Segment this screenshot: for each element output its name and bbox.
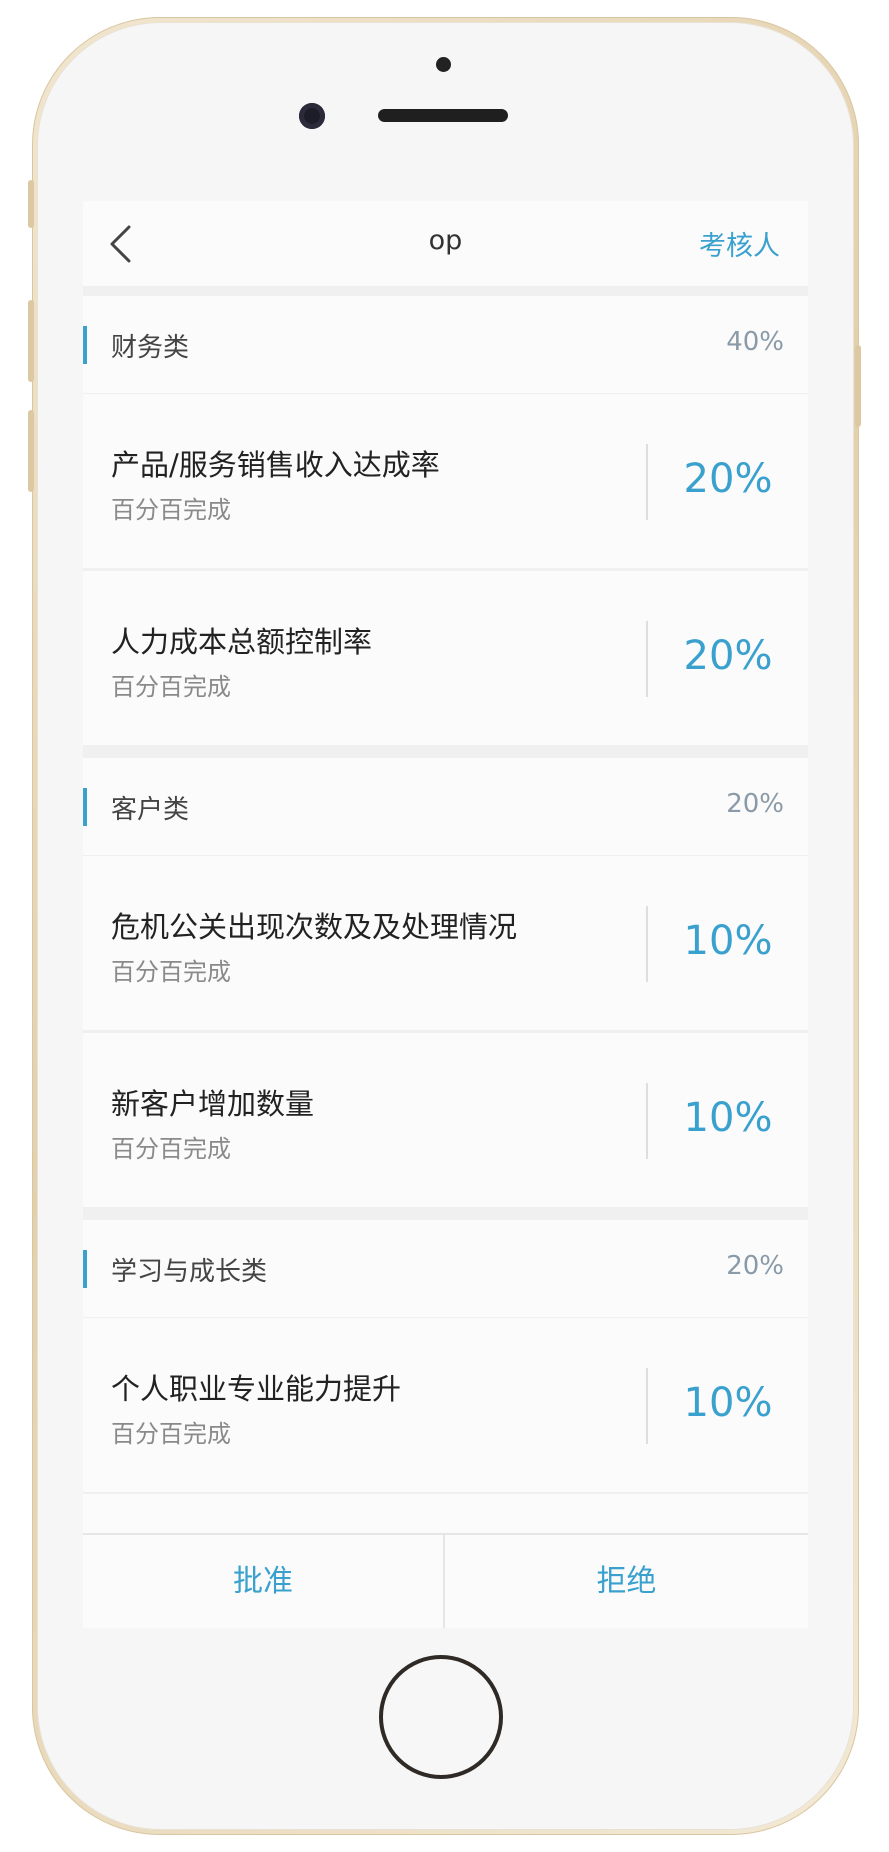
kpi-subtitle: 百分百完成	[111, 496, 231, 524]
kpi-title: 危机公关出现次数及及处理情况	[111, 910, 518, 944]
kpi-item[interactable]: 危机公关出现次数及及处理情况 百分百完成 10%	[83, 856, 808, 1030]
side-button	[28, 180, 34, 228]
kpi-title: 人力成本总额控制率	[111, 625, 373, 659]
app-screen: op 考核人 财务类 40% 产品/服务销售收入达成率 百分百完成 20% 人力…	[83, 201, 808, 1628]
section-percent: 40%	[726, 327, 784, 357]
kpi-item[interactable]: 新客户增加数量 百分百完成 10%	[83, 1033, 808, 1207]
power-button	[855, 345, 861, 427]
kpi-title: 个人职业专业能力提升	[111, 1372, 402, 1406]
section-accent-bar	[83, 788, 87, 826]
section-header: 财务类 40%	[83, 296, 808, 393]
kpi-weight: 10%	[683, 1095, 773, 1141]
kpi-item[interactable]: 人力成本总额控制率 百分百完成 20%	[83, 571, 808, 745]
front-camera	[299, 103, 325, 129]
section-accent-bar	[83, 326, 87, 364]
nav-bar: op 考核人	[83, 201, 808, 286]
section-name: 学习与成长类	[111, 1257, 268, 1287]
section-name: 客户类	[111, 795, 190, 825]
kpi-title: 产品/服务销售收入达成率	[111, 448, 440, 482]
home-button[interactable]	[379, 1655, 503, 1779]
kpi-item[interactable]: 产品/服务销售收入达成率 百分百完成 20%	[83, 394, 808, 568]
kpi-subtitle: 百分百完成	[111, 958, 231, 986]
earpiece-speaker	[378, 109, 508, 122]
action-bar: 批准 拒绝	[83, 1533, 808, 1628]
section-percent: 20%	[726, 1251, 784, 1281]
kpi-weight: 20%	[683, 633, 773, 679]
kpi-subtitle: 百分百完成	[111, 1420, 231, 1448]
section-header: 学习与成长类 20%	[83, 1220, 808, 1317]
kpi-weight: 10%	[683, 1380, 773, 1426]
kpi-title: 新客户增加数量	[111, 1087, 315, 1121]
kpi-subtitle: 百分百完成	[111, 1135, 231, 1163]
volume-up-button	[28, 300, 34, 382]
volume-down-button	[28, 410, 34, 492]
reviewer-button[interactable]: 考核人	[699, 224, 780, 263]
kpi-item[interactable]: 个人职业专业能力提升 百分百完成 10%	[83, 1318, 808, 1492]
kpi-weight: 10%	[683, 918, 773, 964]
section-header: 客户类 20%	[83, 758, 808, 855]
kpi-subtitle: 百分百完成	[111, 673, 231, 701]
section-name: 财务类	[111, 333, 190, 363]
reject-button[interactable]: 拒绝	[445, 1535, 808, 1628]
section-accent-bar	[83, 1250, 87, 1288]
kpi-weight: 20%	[683, 456, 773, 502]
list-item-partial	[83, 1494, 808, 1534]
proximity-sensor	[436, 57, 451, 72]
section-percent: 20%	[726, 789, 784, 819]
approve-button[interactable]: 批准	[83, 1535, 443, 1628]
